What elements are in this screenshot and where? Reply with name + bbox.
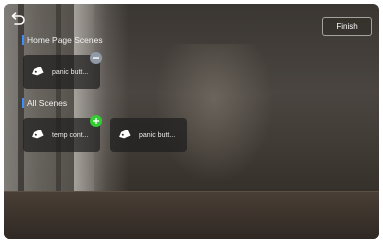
tag-icon xyxy=(32,66,44,75)
section-accent-bar xyxy=(22,98,24,108)
minus-icon xyxy=(93,57,99,59)
all-scene-tile-temp[interactable]: temp cont... xyxy=(23,118,100,152)
tag-icon xyxy=(119,129,131,138)
home-scenes-title: Home Page Scenes xyxy=(22,35,103,45)
tag-icon xyxy=(32,129,44,138)
home-scene-tile-panic[interactable]: panic butt... xyxy=(23,55,100,89)
section-accent-bar xyxy=(22,35,24,45)
back-arrow-icon xyxy=(11,12,25,25)
all-scene-label: panic butt... xyxy=(139,131,176,139)
home-scenes-title-text: Home Page Scenes xyxy=(27,35,103,45)
background-floor xyxy=(4,191,379,239)
all-scene-tile-panic[interactable]: panic butt... xyxy=(110,118,187,152)
home-scene-label: panic butt... xyxy=(52,68,89,76)
all-scenes-title-text: All Scenes xyxy=(27,98,68,108)
add-scene-button[interactable] xyxy=(90,115,102,127)
remove-scene-button[interactable] xyxy=(90,52,102,64)
all-scenes-title: All Scenes xyxy=(22,98,67,108)
screen: Finish Home Page Scenes panic butt... Al… xyxy=(4,4,379,239)
back-button[interactable] xyxy=(10,12,26,26)
finish-button[interactable]: Finish xyxy=(322,17,372,36)
background-light xyxy=(154,44,274,184)
plus-icon xyxy=(93,118,99,124)
all-scene-label: temp cont... xyxy=(52,131,89,139)
